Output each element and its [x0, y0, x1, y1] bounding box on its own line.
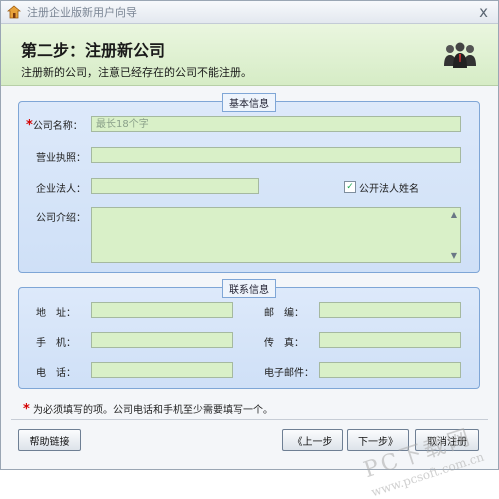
postcode-input[interactable]: [319, 302, 461, 318]
company-name-label: *公司名称：: [26, 118, 83, 133]
fax-input[interactable]: [319, 332, 461, 348]
window-title: 注册企业版新用户向导: [27, 6, 137, 19]
prev-button[interactable]: 《上一步: [282, 429, 343, 451]
license-label: 营业执照：: [36, 153, 86, 164]
intro-textarea[interactable]: ▲ ▼: [91, 207, 461, 263]
postcode-label: 邮 编：: [264, 308, 304, 319]
people-icon: [442, 40, 478, 73]
intro-label: 公司介绍：: [36, 213, 86, 224]
basic-info-legend: 基本信息: [222, 93, 276, 112]
legal-person-input[interactable]: [91, 178, 259, 194]
title-bar: 注册企业版新用户向导 x: [1, 1, 498, 24]
address-label: 地 址：: [36, 308, 76, 319]
step-subtitle: 注册新的公司，注意已经存在的公司不能注册。: [21, 66, 252, 79]
basic-info-group: 基本信息 *公司名称： 最长18个字 营业执照： 企业法人： ✓ 公开法人姓名 …: [18, 93, 480, 273]
public-legal-name-checkbox[interactable]: ✓: [344, 181, 356, 193]
help-button[interactable]: 帮助链接: [18, 429, 81, 451]
email-input[interactable]: [319, 362, 461, 378]
phone-input[interactable]: [91, 362, 233, 378]
phone-label: 电 话：: [36, 368, 76, 379]
email-label: 电子邮件：: [264, 368, 314, 379]
wizard-header: 第二步：注册新公司 注册新的公司，注意已经存在的公司不能注册。: [1, 24, 498, 86]
scroll-down-icon[interactable]: ▼: [451, 251, 457, 260]
step-title: 第二步：注册新公司: [21, 41, 166, 60]
close-button[interactable]: x: [479, 3, 488, 21]
contact-info-group: 联系信息 地 址： 邮 编： 手 机： 传 真： 电 话： 电子邮件：: [18, 279, 480, 389]
legal-person-label: 企业法人：: [36, 184, 86, 195]
cancel-button[interactable]: 取消注册: [415, 429, 479, 451]
scroll-up-icon[interactable]: ▲: [451, 210, 457, 219]
mobile-label: 手 机：: [36, 338, 76, 349]
address-input[interactable]: [91, 302, 233, 318]
required-note: * 为必须填写的项。公司电话和手机至少需要填写一个。: [23, 402, 273, 417]
home-icon: [6, 5, 22, 19]
fax-label: 传 真：: [264, 338, 304, 349]
footer-divider: [11, 419, 488, 420]
contact-info-legend: 联系信息: [222, 279, 276, 298]
next-button[interactable]: 下一步》: [347, 429, 409, 451]
wizard-window: 注册企业版新用户向导 x 第二步：注册新公司 注册新的公司，注意已经存在的公司不…: [0, 0, 499, 499]
required-mark: *: [23, 402, 30, 417]
required-mark: *: [26, 118, 33, 133]
license-input[interactable]: [91, 147, 461, 163]
company-name-input[interactable]: 最长18个字: [91, 116, 461, 132]
public-legal-name-label: 公开法人姓名: [359, 184, 419, 195]
mobile-input[interactable]: [91, 332, 233, 348]
